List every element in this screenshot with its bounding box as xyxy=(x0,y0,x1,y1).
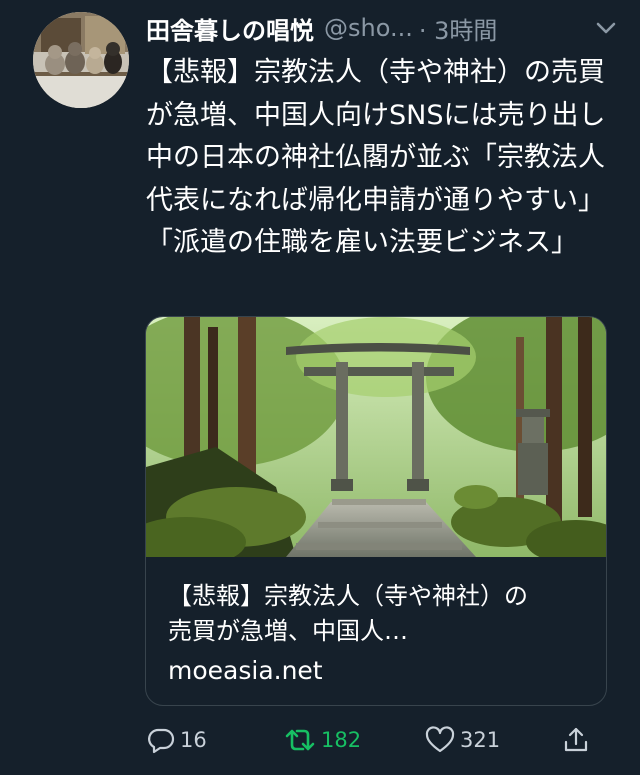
retweet-button[interactable]: 182 xyxy=(283,720,361,760)
author-name[interactable]: 田舎暮しの唱悦 xyxy=(146,11,314,46)
tweet-text: 【悲報】宗教法人（寺や神社）の売買が急増、中国人向けSNSには売り出し中の日本の… xyxy=(146,57,606,258)
link-card[interactable]: 【悲報】宗教法人（寺や神社）の売買が急増、中国人… moeasia.net xyxy=(145,316,607,706)
tweet: 田舎暮しの唱悦 @sho... · 3時間 【悲報】宗教法人（寺や神社）の売買が… xyxy=(0,0,640,775)
forest-shrine-torii-image xyxy=(146,317,606,557)
card-domain: moeasia.net xyxy=(168,656,323,685)
tweet-timestamp[interactable]: · 3時間 xyxy=(419,11,498,46)
tweet-actions: 16 182 321 xyxy=(146,720,606,760)
chevron-down-icon[interactable] xyxy=(592,14,620,42)
avatar-cats-image xyxy=(33,12,129,108)
card-image xyxy=(146,317,606,557)
author-handle[interactable]: @sho... xyxy=(324,14,413,42)
like-button[interactable]: 321 xyxy=(424,720,500,760)
reply-icon xyxy=(148,728,175,754)
heart-icon xyxy=(425,726,455,753)
reply-button[interactable]: 16 xyxy=(146,720,207,760)
card-title: 【悲報】宗教法人（寺や神社）の売買が急増、中国人… xyxy=(168,582,528,645)
like-count: 321 xyxy=(460,728,501,752)
card-text-area: 【悲報】宗教法人（寺や神社）の売買が急増、中国人… moeasia.net xyxy=(146,557,606,705)
avatar[interactable] xyxy=(33,12,129,108)
tweet-header: 田舎暮しの唱悦 @sho... · 3時間 xyxy=(146,9,620,47)
reply-count: 16 xyxy=(180,728,207,752)
share-button[interactable] xyxy=(561,720,595,760)
retweet-count: 182 xyxy=(321,728,362,752)
share-icon xyxy=(564,727,588,752)
retweet-icon xyxy=(285,729,315,751)
